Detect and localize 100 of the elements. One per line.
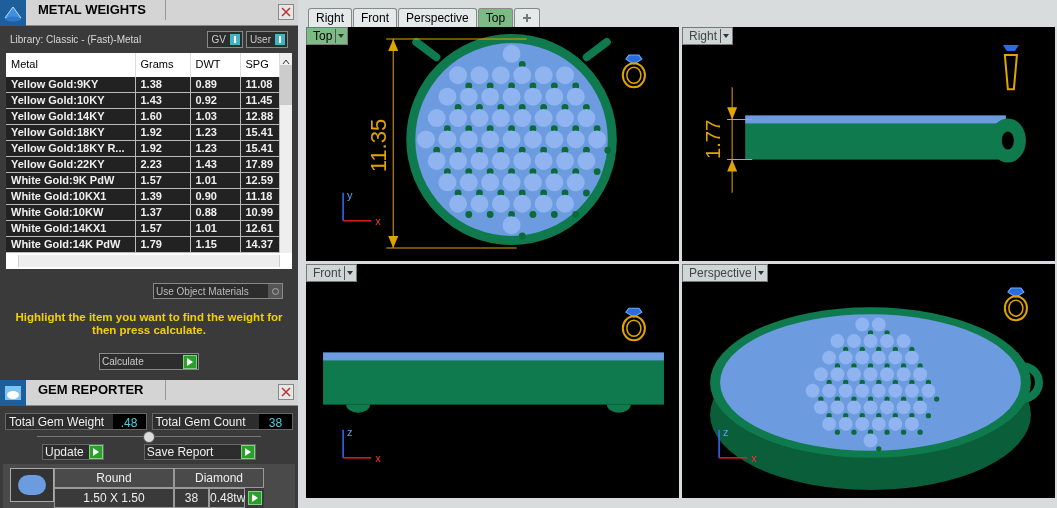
gem-weight: 0.48tw <box>209 488 245 508</box>
dropdown-caret-icon <box>754 266 765 280</box>
play-icon <box>88 445 103 459</box>
table-cell: 0.90 <box>190 188 240 205</box>
scroll-up-icon[interactable] <box>281 58 290 65</box>
column-header[interactable]: Metal <box>6 52 135 77</box>
table-cell: Yellow Gold:14KY <box>6 108 135 125</box>
axis-indicator-icon <box>718 428 748 459</box>
column-header[interactable]: Grams <box>135 52 190 77</box>
gem-play-button[interactable] <box>245 488 264 508</box>
report-button[interactable]: Update <box>42 444 104 460</box>
slider-track[interactable] <box>37 432 261 441</box>
table-cell: 1.79 <box>135 236 190 253</box>
table-cell: 10.99 <box>240 204 279 221</box>
total-value: 38 <box>259 414 292 430</box>
table-cell: 1.39 <box>135 188 190 205</box>
table-cell: 1.43 <box>190 156 240 173</box>
table-cell: 1.15 <box>190 236 240 253</box>
viewport[interactable]: Perspective z x <box>682 264 1055 498</box>
table-cell: 12.88 <box>240 108 279 125</box>
table-cell: 12.59 <box>240 172 279 189</box>
table-cell: 15.41 <box>240 124 279 141</box>
table-cell: Yellow Gold:18KY R... <box>6 140 135 157</box>
pendant-icon <box>1002 45 1019 91</box>
axis-label: z <box>347 425 353 438</box>
view-tab[interactable]: Perspective <box>398 8 477 27</box>
table-cell: 1.43 <box>135 92 190 109</box>
axis-label: y <box>347 188 353 201</box>
table-cell: 2.23 <box>135 156 190 173</box>
table-cell: 14.37 <box>240 236 279 253</box>
viewport-label[interactable]: Top <box>306 27 349 45</box>
total-label: Total Gem Weight <box>8 413 106 431</box>
add-tab-button[interactable] <box>514 8 541 27</box>
viewport[interactable]: Front z x <box>306 264 679 498</box>
table-cell: 1.57 <box>135 220 190 237</box>
axis-indicator-icon <box>342 191 372 222</box>
table-cell: White Gold:14K PdW <box>6 236 135 253</box>
axis-label: x <box>751 451 757 464</box>
column-header[interactable]: SPG <box>240 52 279 77</box>
dropdown-caret-icon <box>344 266 354 280</box>
view-tab[interactable]: Right <box>308 8 352 27</box>
table-cell: 1.92 <box>135 140 190 157</box>
gem-count: 38 <box>174 488 209 508</box>
table-cell: 1.01 <box>190 220 240 237</box>
view-tab[interactable]: Front <box>353 8 398 27</box>
table-cell: 17.89 <box>240 156 279 173</box>
gem-image-icon <box>10 468 54 502</box>
axis-label: x <box>375 451 381 464</box>
table-cell: 1.92 <box>135 124 190 141</box>
report-button[interactable]: Save Report <box>143 444 256 460</box>
gem-shape: Round <box>54 468 174 488</box>
slider-thumb[interactable] <box>143 430 155 443</box>
dimension-label: 1.77 <box>702 119 725 159</box>
table-cell: 12.61 <box>240 220 279 237</box>
close-button[interactable] <box>278 384 294 401</box>
table-cell: White Gold:9K PdW <box>6 172 135 189</box>
table-cell: 1.38 <box>135 76 190 93</box>
viewport-label[interactable]: Right <box>682 27 733 45</box>
play-icon <box>183 354 197 369</box>
total-value: .48 <box>112 414 146 430</box>
table-cell: 0.88 <box>190 204 240 221</box>
column-header[interactable]: DWT <box>190 52 240 77</box>
table-cell: 1.23 <box>190 140 240 157</box>
ring-icon <box>1003 287 1028 322</box>
gem-report-icon <box>0 380 26 407</box>
table-cell: Yellow Gold:22KY <box>6 156 135 173</box>
library-label: Library: Classic - (Fast)-Metal <box>10 32 142 47</box>
gem-type: Diamond <box>174 468 264 488</box>
play-icon <box>247 491 262 505</box>
use-object-materials-toggle[interactable]: Use Object Materials <box>153 283 283 300</box>
table-cell: 1.57 <box>135 172 190 189</box>
viewport[interactable]: Right 1.77 <box>682 27 1055 261</box>
dimension-label: 11.35 <box>366 118 392 173</box>
viewport[interactable]: Top 11.35 y x <box>306 27 679 261</box>
gem-size: 1.50 X 1.50 <box>54 488 174 508</box>
dropdown-caret-icon <box>335 29 346 43</box>
scale-icon <box>0 0 26 26</box>
table-cell: 1.37 <box>135 204 190 221</box>
table-cell: 11.45 <box>240 92 279 109</box>
table-cell: Yellow Gold:18KY <box>6 124 135 141</box>
toggle-button[interactable]: User <box>245 30 288 48</box>
horizontal-scrollbar[interactable] <box>18 255 280 268</box>
instruction-text: Highlight the item you want to find the weight for then press calculate. <box>14 311 284 338</box>
table-cell: Yellow Gold:9KY <box>6 76 135 93</box>
view-tab[interactable]: Top <box>477 8 514 27</box>
panel-title: METAL WEIGHTS <box>26 0 166 20</box>
ring-icon <box>621 54 646 89</box>
table-cell: 1.23 <box>190 124 240 141</box>
table-cell: 11.18 <box>240 188 279 205</box>
ring-icon <box>621 307 646 342</box>
table-cell: 1.01 <box>190 172 240 189</box>
table-cell: 0.89 <box>190 76 240 93</box>
viewport-label[interactable]: Perspective <box>682 264 768 282</box>
table-cell: 1.60 <box>135 108 190 125</box>
calculate-button[interactable]: Calculate <box>99 353 199 371</box>
close-button[interactable] <box>278 4 294 20</box>
viewport-label[interactable]: Front <box>306 264 357 282</box>
table-cell: 1.03 <box>190 108 240 125</box>
toggle-button[interactable]: GV <box>207 30 243 48</box>
table-cell: 11.08 <box>240 76 279 93</box>
